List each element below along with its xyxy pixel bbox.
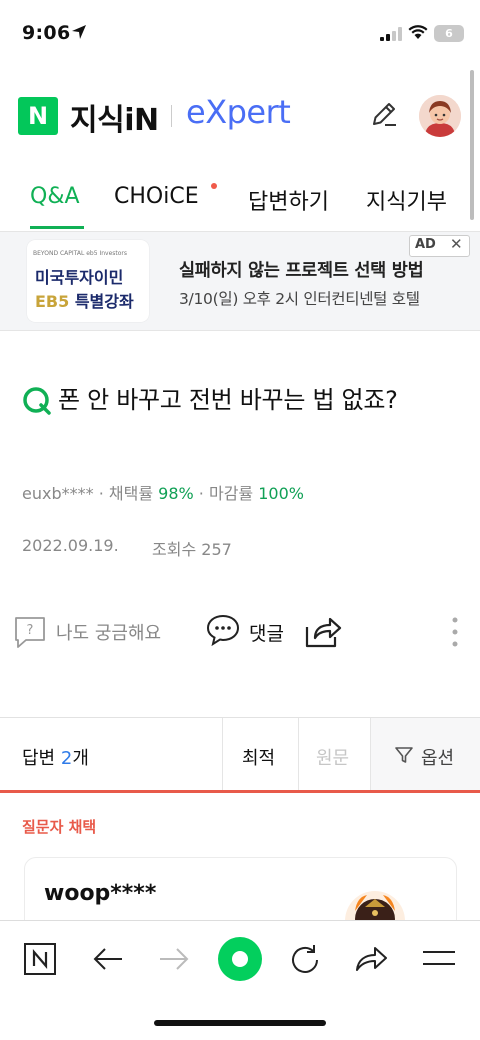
back-arrow-icon[interactable] (91, 942, 125, 976)
share-icon[interactable] (305, 613, 343, 649)
pencil-icon[interactable] (368, 98, 400, 130)
svg-text:?: ? (27, 623, 34, 638)
tab-qa[interactable]: Q&A (30, 184, 80, 209)
wifi-icon (408, 25, 428, 39)
comment-icon[interactable] (205, 613, 241, 647)
location-arrow-icon (72, 25, 86, 39)
reload-icon[interactable] (287, 942, 323, 978)
options-button[interactable]: 옵션 (421, 744, 454, 770)
question-title: 폰 안 바꾸고 전번 바꾸는 법 없죠? (58, 386, 398, 414)
home-indicator[interactable] (154, 1020, 326, 1026)
answer-count-suffix: 개 (72, 748, 89, 769)
ad-subtitle[interactable]: 3/10(일) 오후 2시 인터컨티넨털 호텔 (179, 287, 420, 309)
more-vertical-icon[interactable] (450, 616, 460, 648)
tab-knowledge-donation[interactable]: 지식기부 (366, 184, 447, 216)
question-meta: euxb**** · 채택률 98% · 마감률 100% (22, 484, 304, 503)
ad-card-eb5: EB5 (35, 292, 70, 311)
views-label: 조회수 (152, 540, 197, 559)
answer-count-label: 답변 (22, 748, 56, 769)
close-rate: 100% (258, 484, 304, 503)
forward-arrow-icon[interactable] (157, 942, 191, 976)
ad-card-sponsors: BEYOND CAPITAL eb5 Investors (33, 250, 127, 257)
ad-title[interactable]: 실패하지 않는 프로젝트 선택 방법 (179, 257, 424, 282)
answer-username[interactable]: woop**** (44, 881, 156, 906)
adopt-rate: 98% (158, 484, 194, 503)
views-count: 257 (201, 540, 232, 559)
tab-active-indicator (30, 226, 84, 229)
question-date: 2022.09.19. (22, 536, 119, 555)
filter-icon[interactable] (394, 745, 414, 765)
question-views: 조회수 257 (152, 536, 232, 560)
question-bubble-icon[interactable]: ? (14, 616, 46, 650)
scrollbar[interactable] (470, 70, 474, 220)
sort-best-button[interactable]: 최적 (242, 744, 275, 770)
menu-icon[interactable] (421, 944, 457, 974)
expert-link[interactable]: eXpert (186, 93, 291, 131)
new-dot-badge (211, 183, 217, 189)
cellular-signal-icon (380, 27, 402, 41)
ad-card-lecture: 특별강좌 (69, 292, 134, 311)
green-dot-icon (232, 951, 248, 967)
browser-share-icon[interactable] (353, 942, 389, 976)
naver-home-icon[interactable] (23, 942, 57, 976)
battery-icon: 6 (434, 25, 464, 42)
tab-choice[interactable]: CHOiCE (114, 184, 199, 209)
question-q-icon (23, 387, 51, 415)
ad-label: AD (415, 237, 436, 252)
status-time: 9:06 (22, 22, 71, 44)
answer-count: 답변 2개 (22, 744, 89, 770)
header-divider (171, 105, 172, 127)
ad-card-headline: 미국투자이민 (35, 268, 124, 287)
comment-button[interactable]: 댓글 (249, 619, 284, 646)
sort-original-button[interactable]: 원문 (316, 744, 349, 770)
naver-logo-letter: N (27, 102, 49, 130)
ad-close-icon[interactable]: ✕ (450, 235, 463, 253)
close-rate-label: 마감률 (208, 484, 254, 503)
asker-chosen-label: 질문자 채택 (22, 818, 97, 836)
tab-answer[interactable]: 답변하기 (248, 184, 329, 216)
answer-count-number: 2 (60, 748, 73, 769)
curious-button[interactable]: 나도 궁금해요 (56, 619, 161, 645)
adopt-rate-label: 채택률 (108, 484, 154, 503)
question-author[interactable]: euxb**** (22, 484, 94, 503)
user-avatar[interactable] (419, 95, 461, 137)
kin-brand-title[interactable]: 지식iN (70, 95, 159, 139)
ad-card-subheadline: EB5 특별강좌 (35, 288, 134, 312)
